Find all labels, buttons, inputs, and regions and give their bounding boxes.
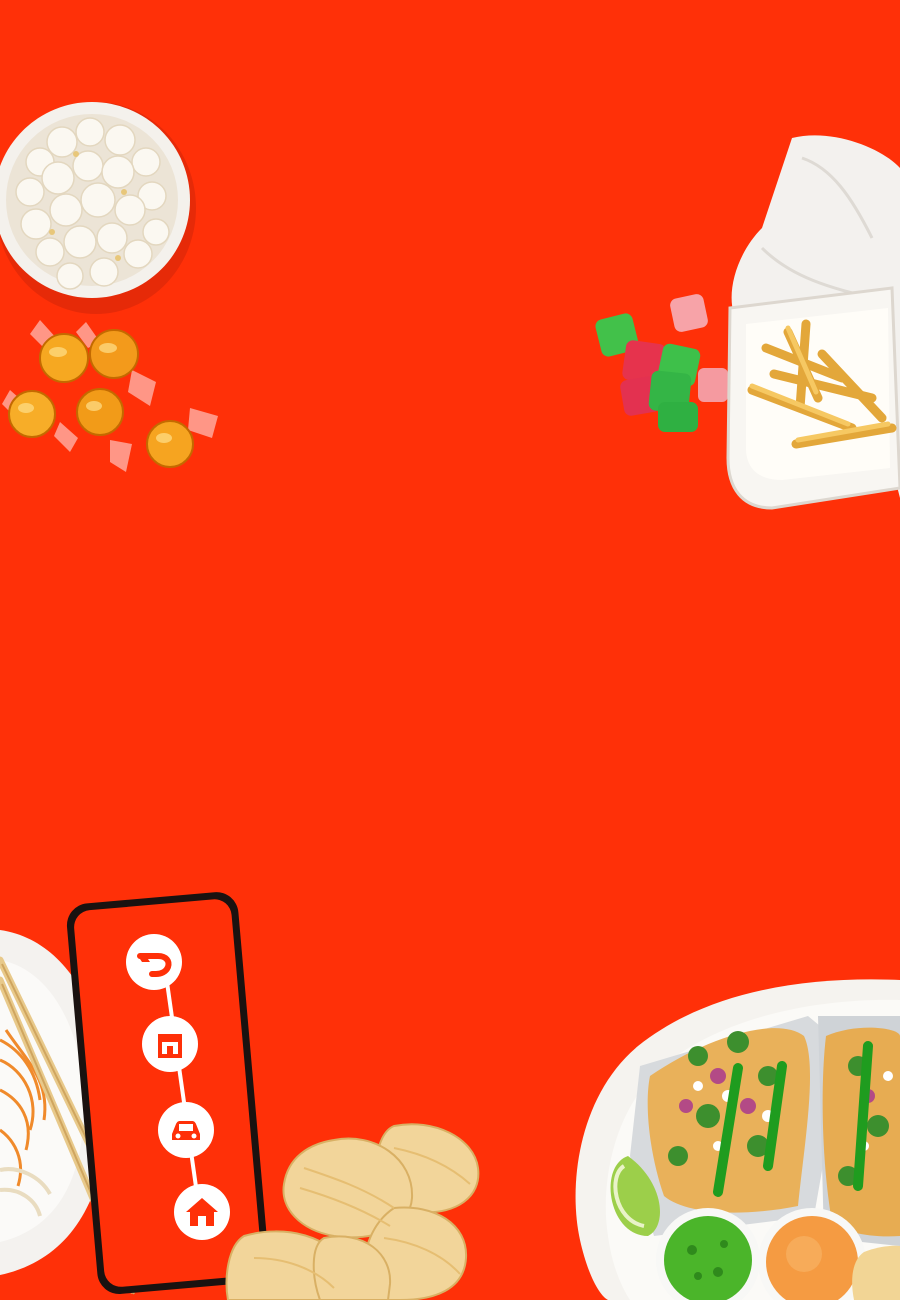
popcorn-bowl [0,102,196,314]
car-icon [158,1102,214,1158]
doordash-logo-icon [126,934,182,990]
french-fries-container [726,135,900,510]
tacos-plate-with-salsas [575,979,900,1300]
store-icon [142,1016,198,1072]
promo-background [0,0,900,1300]
wrapped-hard-candies [2,320,218,472]
potato-chips [225,1123,480,1300]
gummy-candies [595,294,728,432]
home-icon [174,1184,230,1240]
